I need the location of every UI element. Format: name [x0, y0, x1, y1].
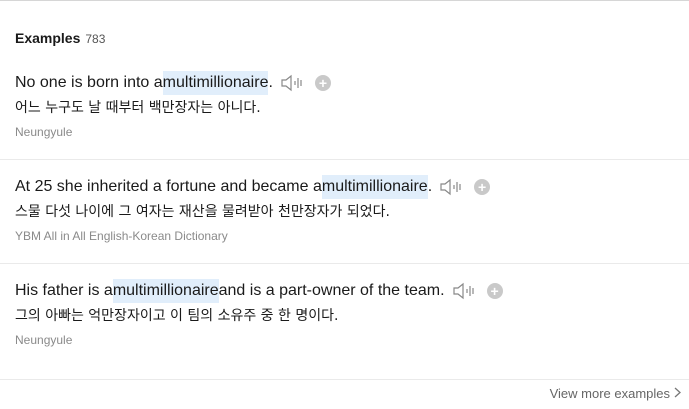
speaker-icon[interactable] [281, 73, 305, 93]
example-source: YBM All in All English-Korean Dictionary [15, 229, 228, 243]
examples-panel: Examples 783 No one is born into a multi… [0, 0, 689, 409]
speaker-icon[interactable] [452, 281, 477, 301]
view-more-label: View more examples [549, 386, 670, 401]
divider [0, 263, 689, 264]
example-english-before: No one is born into a [15, 74, 163, 91]
example-korean: 그의 아빠는 억만장자이고 이 팀의 소유주 중 한 명이다. [15, 308, 339, 324]
plus-circle-icon[interactable]: + [314, 75, 331, 91]
chevron-right-icon [674, 386, 681, 401]
example-english-after: . [427, 178, 433, 195]
example-source: Neungyule [15, 333, 73, 347]
examples-header: Examples 783 [15, 30, 105, 46]
example-item: No one is born into a multimillionaire .… [0, 71, 689, 140]
examples-title: Examples [15, 30, 81, 46]
example-english: No one is born into a multimillionaire .… [15, 71, 689, 95]
view-more-examples-link[interactable]: View more examples [550, 386, 681, 401]
example-keyword-highlight: multimillionaire [112, 279, 219, 303]
example-english-after: . [268, 74, 273, 91]
plus-circle-icon[interactable]: + [474, 179, 491, 195]
example-english: At 25 she inherited a fortune and became… [15, 175, 689, 199]
example-english-after: and is a part-owner of the team. [218, 282, 445, 299]
example-item: At 25 she inherited a fortune and became… [0, 175, 689, 244]
examples-count: 783 [85, 32, 106, 46]
divider [0, 379, 689, 380]
example-source: Neungyule [15, 125, 73, 139]
plus-circle-icon[interactable]: + [486, 283, 503, 299]
example-keyword-highlight: multimillionaire [162, 71, 269, 95]
speaker-icon[interactable] [440, 177, 464, 197]
example-english-before: His father is a [15, 282, 113, 299]
example-korean: 어느 누구도 날 때부터 백만장자는 아니다. [15, 100, 261, 116]
example-item: His father is a multimillionaire and is … [0, 279, 689, 348]
example-english: His father is a multimillionaire and is … [15, 279, 689, 303]
divider [0, 159, 689, 160]
example-korean: 스물 다섯 나이에 그 여자는 재산을 물려받아 천만장자가 되었다. [15, 204, 390, 220]
example-keyword-highlight: multimillionaire [321, 175, 428, 199]
example-english-before: At 25 she inherited a fortune and became… [15, 178, 322, 195]
